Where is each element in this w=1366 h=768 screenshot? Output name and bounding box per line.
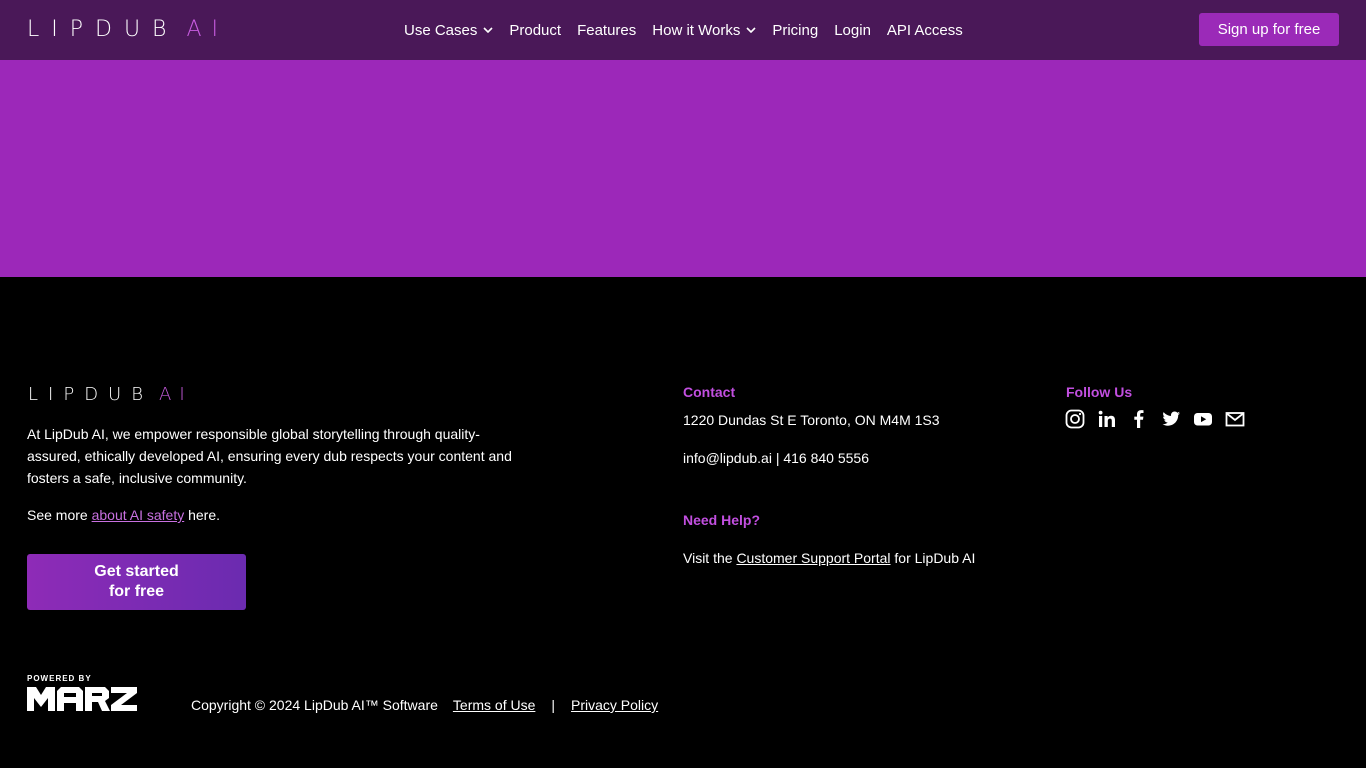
instagram-icon[interactable] [1065,409,1085,429]
nav-how-it-works[interactable]: How it Works [652,22,756,39]
linkedin-icon[interactable] [1097,409,1117,429]
main-nav: Use Cases Product Features How it Works … [404,0,979,60]
nav-how-it-works-label: How it Works [652,21,741,39]
nav-api-access-label: API Access [886,21,963,39]
lipdub-logo[interactable]: LIPDUB AI [27,19,228,41]
nav-product[interactable]: Product [509,22,561,39]
nav-login[interactable]: Login [834,22,871,39]
nav-pricing-label: Pricing [772,21,819,39]
support-portal-link[interactable]: Customer Support Portal [736,550,890,566]
marz-logo [27,687,137,711]
nav-pricing[interactable]: Pricing [772,22,818,39]
social-links [1065,409,1257,429]
copyright-text: Copyright © 2024 LipDub AI™ Software [191,697,438,713]
logo-ai-mark: AI [186,17,229,42]
logo-wordmark: LIPDUB [27,17,179,42]
get-started-label: Get started for free [94,563,179,600]
address-text: 1220 Dundas St E Toronto, ON M4M 1S3 [683,412,940,428]
footer-logo: LIPDUB AI [28,386,193,404]
support-text: Visit the Customer Support Portal for Li… [683,550,975,566]
top-navbar: LIPDUB AI Use Cases Product Features How… [0,0,1366,60]
support-prefix: Visit the [683,550,737,566]
chevron-down-icon [483,27,493,33]
powered-by-label: POWERED BY [27,674,92,683]
privacy-link[interactable]: Privacy Policy [571,697,658,713]
about-text: At LipDub AI, we empower responsible glo… [27,426,512,486]
chevron-down-icon [746,27,756,33]
twitter-icon[interactable] [1161,409,1181,429]
terms-link[interactable]: Terms of Use [453,697,535,713]
nav-use-cases-label: Use Cases [404,21,478,39]
help-heading: Need Help? [683,512,761,528]
see-more-text: See more about AI safety here. [27,504,220,526]
nav-features-label: Features [577,21,637,39]
nav-use-cases[interactable]: Use Cases [404,22,493,39]
support-suffix: for LipDub AI [890,550,976,566]
signup-button[interactable]: Sign up for free [1199,13,1339,46]
footer-logo-ai-mark: AI [159,384,193,405]
nav-features[interactable]: Features [577,22,636,39]
email-phone-text: info@lipdub.ai | 416 840 5556 [683,450,869,466]
contact-heading: Contact [683,384,736,400]
see-more-prefix: See more [27,507,92,523]
legal-bar: Copyright © 2024 LipDub AI™ Software Ter… [191,697,658,713]
footer-logo-wordmark: LIPDUB [28,384,154,405]
nav-api-access[interactable]: API Access [887,22,963,39]
hero-banner [0,60,1366,277]
nav-login-label: Login [834,21,871,39]
mail-icon[interactable] [1225,409,1245,429]
follow-heading: Follow Us [1066,384,1133,400]
get-started-button[interactable]: Get started for free [27,554,246,610]
nav-product-label: Product [509,21,562,39]
see-more-suffix: here. [184,507,221,523]
powered-by-marz[interactable]: POWERED BY [27,674,137,716]
ai-safety-link[interactable]: about AI safety [92,507,185,523]
legal-separator: | [551,697,556,713]
youtube-icon[interactable] [1193,409,1213,429]
facebook-icon[interactable] [1129,409,1149,429]
